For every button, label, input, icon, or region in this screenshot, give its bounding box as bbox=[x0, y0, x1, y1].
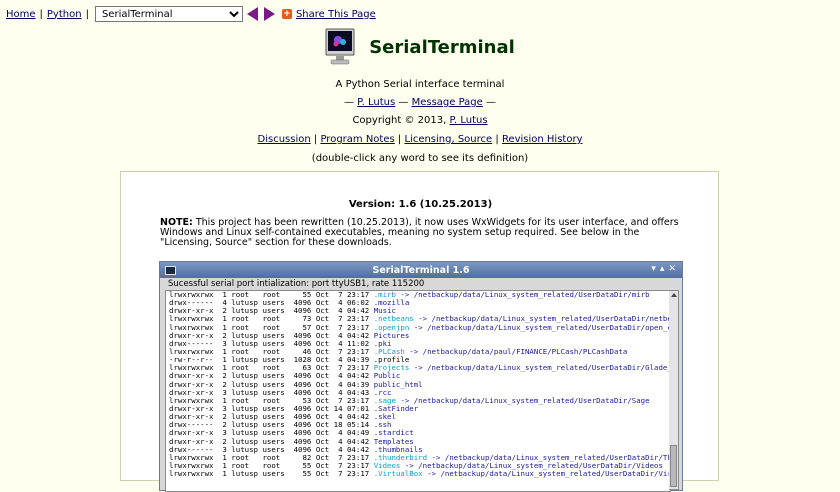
previous-page-arrow-icon[interactable] bbox=[246, 7, 258, 21]
terminal-line-target: -> /netbackup/data/paul/FINANCE/PLCash/P… bbox=[404, 346, 628, 356]
dash: — bbox=[343, 97, 354, 108]
share-plus-icon[interactable]: + bbox=[281, 9, 292, 19]
page-header: SerialTerminal bbox=[0, 27, 840, 67]
terminal-line-meta: lrwxrwxrwx 1 lutusp users 55 Oct 7 23:17 bbox=[169, 469, 374, 479]
revision-history-link[interactable]: Revision History bbox=[502, 134, 583, 145]
terminal-line-target: -> /netbackup/data/Linux_system_related/… bbox=[409, 322, 671, 332]
link-separator: | bbox=[397, 134, 402, 145]
scrollbar-thumb[interactable] bbox=[670, 445, 677, 487]
link-separator: | bbox=[495, 134, 499, 145]
terminal-line-target: -> /netbackup/data/Linux_system_related/… bbox=[409, 363, 671, 373]
licensing-source-link[interactable]: Licensing, Source bbox=[404, 134, 492, 145]
copyright-text: Copyright © 2013, bbox=[352, 115, 447, 126]
terminal-status: Sucessful serial port intialization: por… bbox=[168, 279, 425, 289]
terminal-title: SerialTerminal 1.6 bbox=[372, 264, 470, 276]
page-subtitle: A Python Serial interface terminal bbox=[0, 79, 840, 90]
section-links: Discussion | Program Notes | Licensing, … bbox=[0, 134, 840, 145]
link-separator: | bbox=[313, 134, 318, 145]
terminal-line-target: -> /netbackup/data/Linux_system_related/… bbox=[395, 290, 650, 299]
rewrite-note: NOTE: This project has been rewritten (1… bbox=[160, 218, 680, 248]
close-icon[interactable]: ✕ bbox=[668, 264, 676, 274]
share-link[interactable]: Share This Page bbox=[296, 9, 376, 20]
terminal-line-target: -> /netbackup/data/Linux_system_related/… bbox=[422, 469, 671, 479]
dash: — bbox=[486, 97, 496, 108]
title-row: SerialTerminal bbox=[0, 27, 840, 67]
content-panel: Version: 1.6 (10.25.2013) NOTE: This pro… bbox=[120, 171, 719, 492]
dash: — bbox=[398, 97, 409, 108]
monitor-icon bbox=[325, 28, 355, 65]
top-nav: Home | Python | SerialTerminal + Share T… bbox=[6, 6, 376, 22]
copyright-line: Copyright © 2013, P. Lutus bbox=[0, 115, 840, 126]
scroll-up-icon[interactable] bbox=[670, 293, 677, 297]
home-link[interactable]: Home bbox=[6, 9, 36, 20]
note-text: This project has been rewritten (10.25.2… bbox=[160, 217, 679, 248]
next-page-arrow-icon[interactable] bbox=[263, 7, 275, 21]
version-heading: Version: 1.6 (10.25.2013) bbox=[348, 199, 493, 210]
terminal-scrollbar[interactable] bbox=[669, 290, 679, 490]
terminal-line-name: .VirtualBox bbox=[373, 469, 423, 479]
terminal-line: lrwxrwxrwx 1 lutusp users 55 Oct 7 23:17… bbox=[166, 470, 670, 478]
terminal-titlebar[interactable]: SerialTerminal 1.6 ▾ ▴ ✕ bbox=[160, 262, 682, 278]
terminal-window: SerialTerminal 1.6 ▾ ▴ ✕ Sucessful seria… bbox=[159, 261, 683, 492]
python-link[interactable]: Python bbox=[47, 9, 82, 20]
program-notes-link[interactable]: Program Notes bbox=[320, 134, 394, 145]
copyright-author-link[interactable]: P. Lutus bbox=[450, 115, 488, 126]
terminal-output[interactable]: lrwxrwxrwx 1 root root 55 Oct 7 23:17 .m… bbox=[165, 290, 671, 492]
hint-text: (double-click any word to see its defini… bbox=[311, 153, 529, 164]
maximize-icon[interactable]: ▴ bbox=[660, 264, 665, 274]
discussion-link[interactable]: Discussion bbox=[258, 134, 311, 145]
message-page-link[interactable]: Message Page bbox=[412, 97, 483, 108]
nav-separator: | bbox=[85, 8, 89, 20]
terminal-line-target: -> /netbackup/data/Linux_system_related/… bbox=[395, 395, 650, 405]
minimize-icon[interactable]: ▾ bbox=[651, 264, 656, 274]
author-line: — P. Lutus — Message Page — bbox=[0, 97, 840, 108]
page-select[interactable]: SerialTerminal bbox=[94, 6, 243, 22]
author-link[interactable]: P. Lutus bbox=[357, 97, 395, 108]
definition-hint: (double-click any word to see its defini… bbox=[0, 153, 840, 164]
page-title: SerialTerminal bbox=[369, 36, 515, 58]
subtitle-text: A Python Serial interface terminal bbox=[335, 79, 505, 90]
nav-separator: | bbox=[39, 8, 43, 20]
window-controls: ▾ ▴ ✕ bbox=[651, 264, 676, 274]
